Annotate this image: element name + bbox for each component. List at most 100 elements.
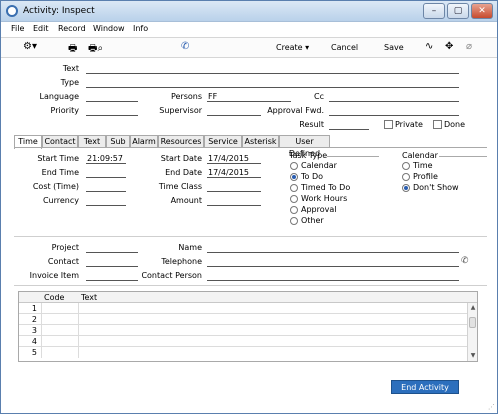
close-button[interactable]: ✕	[471, 3, 493, 19]
supervisor-field[interactable]	[207, 106, 261, 116]
menu-file[interactable]: File	[11, 24, 24, 33]
project-field[interactable]	[86, 243, 138, 253]
radio-approval-label: Approval	[301, 205, 337, 214]
priority-field[interactable]	[86, 106, 138, 116]
cost-time-label: Cost (Time)	[32, 182, 79, 191]
private-checkbox[interactable]	[384, 120, 393, 129]
create-button[interactable]: Create ▾	[276, 43, 309, 52]
section-divider	[14, 236, 487, 237]
table-row[interactable]: 3	[19, 325, 477, 336]
text-field[interactable]	[86, 64, 459, 74]
radio-cal-time[interactable]	[402, 162, 410, 170]
calendar-group-label: Calendar	[402, 151, 438, 160]
grid-header-text: Text	[81, 293, 98, 302]
scroll-thumb[interactable]	[469, 317, 476, 328]
contact-person-label: Contact Person	[141, 271, 202, 280]
save-button[interactable]: Save	[384, 43, 404, 52]
end-date-field[interactable]: 17/4/2015	[207, 168, 261, 178]
resize-grip-icon[interactable]: ⋰	[488, 403, 495, 411]
radio-other[interactable]	[290, 217, 298, 225]
name-field[interactable]	[207, 243, 459, 253]
name-label: Name	[178, 243, 202, 252]
radio-work-hours[interactable]	[290, 195, 298, 203]
start-time-field[interactable]: 21:09:57	[86, 154, 126, 164]
persons-field[interactable]: FF	[207, 92, 291, 102]
end-activity-button[interactable]: End Activity	[391, 380, 459, 394]
project-label: Project	[51, 243, 79, 252]
table-row[interactable]: 5	[19, 347, 477, 358]
telephone-field[interactable]	[207, 257, 459, 267]
amount-field[interactable]	[207, 196, 261, 206]
col-divider	[78, 336, 79, 347]
col-divider	[78, 347, 79, 358]
type-field[interactable]	[86, 78, 459, 88]
table-row[interactable]: 1	[19, 303, 477, 314]
grid-scrollbar[interactable]: ▲ ▼	[467, 303, 477, 361]
title-bar[interactable]: Activity: Inspect – ▢ ✕	[1, 1, 497, 22]
menu-window[interactable]: Window	[93, 24, 125, 33]
time-class-field[interactable]	[207, 182, 261, 192]
cc-field[interactable]	[329, 92, 459, 102]
persons-label: Persons	[170, 92, 202, 101]
start-date-label: Start Date	[160, 154, 202, 163]
done-label: Done	[444, 120, 466, 129]
currency-label: Currency	[42, 196, 79, 205]
phone-dial-icon[interactable]: ✆	[461, 256, 469, 266]
menu-edit[interactable]: Edit	[33, 24, 49, 33]
start-date-field[interactable]: 17/4/2015	[207, 154, 261, 164]
app-icon	[6, 5, 18, 17]
supervisor-label: Supervisor	[159, 106, 202, 115]
telephone-label: Telephone	[161, 257, 202, 266]
row-number: 1	[31, 304, 37, 313]
grid-header-code: Code	[44, 293, 65, 302]
maximize-button[interactable]: ▢	[447, 3, 469, 19]
print-preview-icon[interactable]: 🖶⌕	[88, 41, 103, 58]
radio-calendar-label: Calendar	[301, 161, 337, 170]
approval-fwd-field[interactable]	[329, 106, 459, 116]
contact-field[interactable]	[86, 257, 138, 267]
menu-info[interactable]: Info	[133, 24, 148, 33]
phone-icon[interactable]: ✆	[181, 41, 189, 52]
scroll-up-icon[interactable]: ▲	[469, 304, 477, 311]
cost-time-field[interactable]	[86, 182, 126, 192]
contact-person-field[interactable]	[207, 271, 459, 281]
radio-cal-dont-show-label: Don't Show	[413, 183, 459, 192]
currency-field[interactable]	[86, 196, 126, 206]
end-time-field[interactable]	[86, 168, 126, 178]
done-checkbox[interactable]	[433, 120, 442, 129]
table-row[interactable]: 2	[19, 314, 477, 325]
col-divider	[41, 325, 42, 336]
radio-calendar[interactable]	[290, 162, 298, 170]
col-divider	[41, 336, 42, 347]
col-divider	[41, 303, 42, 314]
expand-icon[interactable]: ✥	[445, 41, 453, 52]
table-row[interactable]: 4	[19, 336, 477, 347]
contact-label: Contact	[47, 257, 79, 266]
amount-label: Amount	[170, 196, 202, 205]
grid-divider	[14, 285, 487, 286]
tab-divider	[14, 147, 487, 148]
radio-other-label: Other	[301, 216, 324, 225]
cc-label: Cc	[314, 92, 324, 101]
radio-cal-profile[interactable]	[402, 173, 410, 181]
minimize-button[interactable]: –	[423, 3, 445, 19]
cancel-button[interactable]: Cancel	[331, 43, 358, 52]
radio-timed-to-do[interactable]	[290, 184, 298, 192]
activity-window: Activity: Inspect – ▢ ✕ File Edit Record…	[0, 0, 498, 414]
gear-icon[interactable]: ⚙▾	[23, 41, 37, 52]
radio-approval[interactable]	[290, 206, 298, 214]
col-divider	[78, 325, 79, 336]
result-field[interactable]	[329, 120, 369, 130]
language-label: Language	[39, 92, 79, 101]
chart-icon[interactable]: ∿	[425, 41, 433, 52]
scroll-down-icon[interactable]: ▼	[469, 352, 477, 359]
print-icon[interactable]: 🖶	[68, 41, 77, 58]
invoice-item-label: Invoice Item	[29, 271, 79, 280]
radio-to-do[interactable]	[290, 173, 298, 181]
language-field[interactable]	[86, 92, 138, 102]
menu-record[interactable]: Record	[58, 24, 86, 33]
col-divider	[78, 314, 79, 325]
start-time-label: Start Time	[37, 154, 79, 163]
radio-cal-dont-show[interactable]	[402, 184, 410, 192]
attachment-icon[interactable]: ⌀	[466, 41, 472, 52]
